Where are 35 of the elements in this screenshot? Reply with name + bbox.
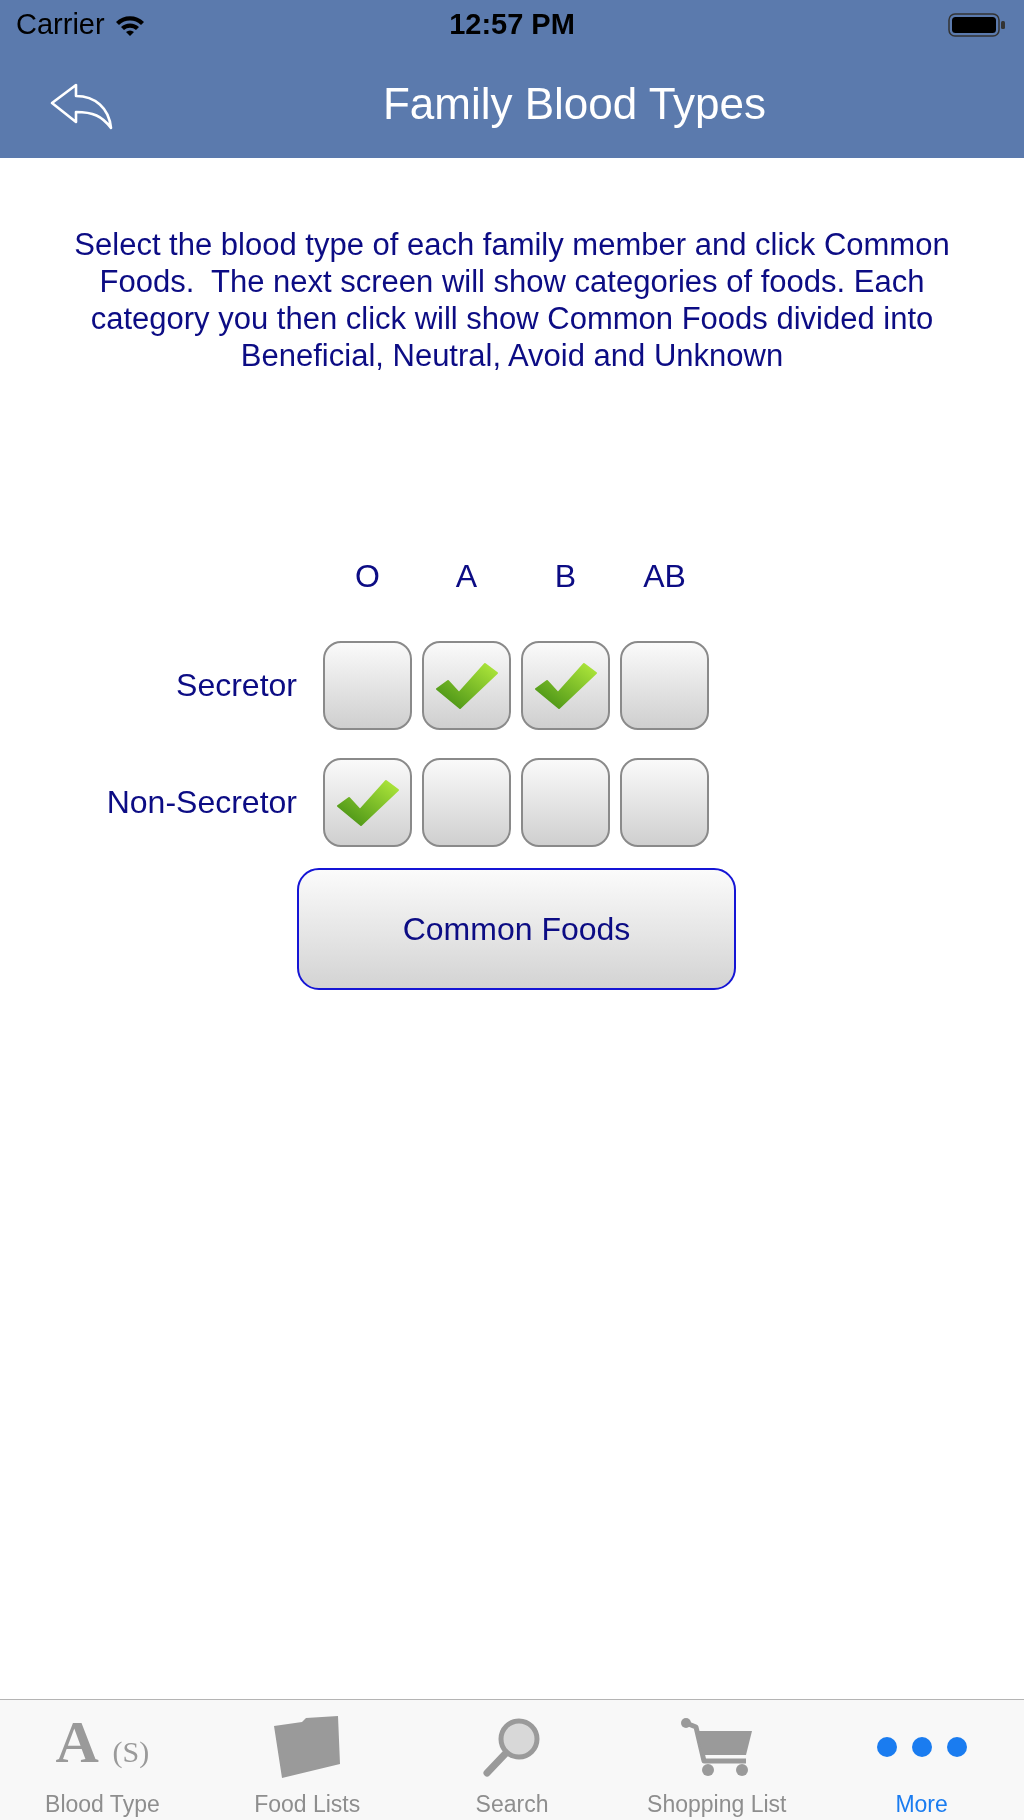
column-header: O — [355, 558, 380, 594]
wifi-icon — [114, 13, 145, 36]
letters-icon: A (S) — [55, 1714, 150, 1780]
checkmark-icon — [335, 778, 400, 827]
checkbox[interactable] — [422, 758, 511, 847]
checkbox[interactable] — [323, 641, 412, 730]
tab-item[interactable]: Search — [409, 1700, 615, 1820]
folder-icon — [272, 1716, 343, 1778]
tab-item[interactable]: Shopping List — [614, 1700, 820, 1820]
screen-title: Family Blood Types — [382, 78, 767, 129]
checkmark-icon — [434, 661, 499, 710]
column-header: B — [554, 558, 577, 594]
checkbox[interactable] — [521, 641, 610, 730]
tab-item[interactable]: Food Lists — [204, 1700, 410, 1820]
common-foods-button[interactable]: Common Foods — [297, 868, 736, 990]
instructions-text: Select the blood type of each family member and click Common Foods. The next screen will show categories of foods. Each category you then click will show Common Foods divided into Beneficial, Neutral, Avoid and Unknown — [73, 226, 951, 374]
checkbox[interactable] — [521, 758, 610, 847]
tab-item[interactable]: More — [819, 1700, 1024, 1820]
row-label: Non-Secretor — [106, 784, 297, 821]
cart-icon — [679, 1717, 754, 1777]
checkbox[interactable] — [323, 758, 412, 847]
status-time: 12:57 PM — [449, 8, 575, 41]
checkmark-icon — [533, 661, 598, 710]
column-header: A — [455, 558, 478, 594]
ellipsis-icon — [875, 1736, 968, 1758]
tab-item[interactable]: A (S) Blood Type — [0, 1700, 205, 1820]
back-button[interactable] — [49, 81, 113, 130]
checkbox[interactable] — [620, 641, 709, 730]
checkbox[interactable] — [422, 641, 511, 730]
reply-arrow-icon — [49, 81, 113, 130]
column-header: AB — [643, 558, 686, 594]
checkbox[interactable] — [620, 758, 709, 847]
battery-icon — [948, 12, 1006, 37]
row-label: Secretor — [176, 667, 297, 704]
carrier-name: Carrier — [16, 8, 105, 41]
